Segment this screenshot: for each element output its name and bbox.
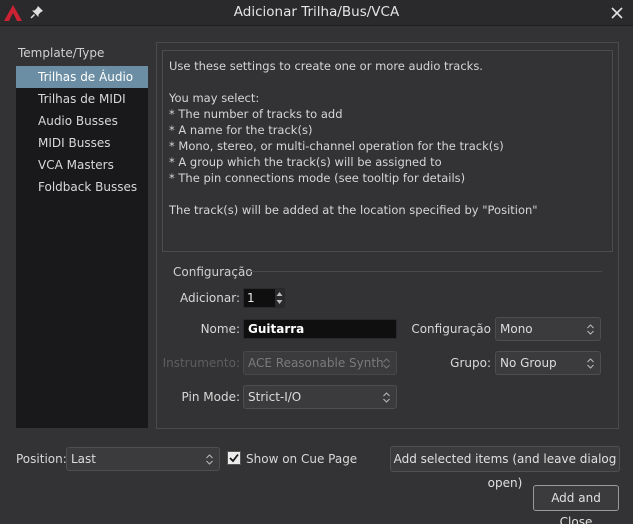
description-line [169, 74, 606, 90]
description-line: * The number of tracks to add [169, 107, 343, 121]
pin-mode-select[interactable]: Strict-I/O [243, 385, 397, 409]
updown-arrows-icon [383, 358, 390, 369]
description-box: Use these settings to create one or more… [162, 50, 613, 252]
pin-mode-label: Pin Mode: [181, 390, 240, 404]
updown-arrows-icon [587, 324, 594, 335]
close-icon[interactable] [609, 5, 625, 21]
position-value: Last [71, 452, 96, 466]
sidebar-item-audio-tracks[interactable]: Trilhas de Áudio [16, 66, 148, 88]
track-name-input[interactable]: Guitarra [243, 319, 397, 339]
channel-config-select[interactable]: Mono [495, 317, 601, 341]
group-value: No Group [500, 356, 557, 370]
sidebar-item-foldback-busses[interactable]: Foldback Busses [16, 176, 148, 198]
add-count-value: 1 [247, 291, 255, 305]
template-type-list[interactable]: Trilhas de Áudio Trilhas de MIDI Audio B… [16, 66, 148, 428]
position-label: Position: [16, 452, 67, 466]
name-label: Nome: [200, 322, 240, 336]
channel-config-value: Mono [500, 322, 533, 336]
section-divider [248, 271, 602, 272]
show-on-cue-checkbox[interactable] [227, 451, 241, 465]
description-line: * Mono, stereo, or multi-channel operati… [169, 139, 504, 153]
spinner-arrows[interactable] [275, 289, 284, 307]
add-count-spinner[interactable]: 1 [243, 288, 285, 308]
sidebar-item-midi-tracks[interactable]: Trilhas de MIDI [16, 88, 148, 110]
instrument-label: Instrumento: [162, 356, 240, 370]
description-line: You may select: [169, 91, 260, 105]
sidebar-header: Template/Type [18, 46, 105, 60]
description-line [169, 186, 606, 202]
updown-arrows-icon [276, 292, 283, 304]
sidebar-item-vca-masters[interactable]: VCA Masters [16, 154, 148, 176]
group-label: Grupo: [450, 356, 491, 370]
updown-arrows-icon [587, 358, 594, 369]
add-selected-button[interactable]: Add selected items (and leave dialog ope… [390, 446, 620, 490]
description-line: Use these settings to create one or more… [169, 59, 483, 73]
checkmark-icon [229, 453, 239, 463]
group-select[interactable]: No Group [495, 351, 601, 375]
description-line: * The pin connections mode (see tooltip … [169, 171, 466, 185]
sidebar-item-midi-busses[interactable]: MIDI Busses [16, 132, 148, 154]
sidebar-item-audio-busses[interactable]: Audio Busses [16, 110, 148, 132]
instrument-value: ACE Reasonable Synth [248, 356, 384, 370]
show-on-cue-label[interactable]: Show on Cue Page [246, 452, 357, 466]
description-line: The track(s) will be added at the locati… [169, 203, 538, 217]
add-count-label: Adicionar: [180, 291, 240, 305]
description-line: * A name for the track(s) [169, 123, 313, 137]
add-and-close-button[interactable]: Add and Close [533, 485, 619, 524]
config-section-label: Configuração [173, 265, 253, 279]
channel-config-label: Configuração [411, 322, 491, 336]
position-select[interactable]: Last [66, 447, 220, 471]
pin-mode-value: Strict-I/O [248, 390, 302, 404]
title-bar[interactable]: Adicionar Trilha/Bus/VCA [0, 0, 633, 26]
updown-arrows-icon [206, 454, 213, 465]
window-title: Adicionar Trilha/Bus/VCA [233, 4, 400, 20]
description-line: * A group which the track(s) will be ass… [169, 155, 442, 169]
updown-arrows-icon [383, 392, 390, 403]
instrument-select: ACE Reasonable Synth [243, 351, 397, 375]
